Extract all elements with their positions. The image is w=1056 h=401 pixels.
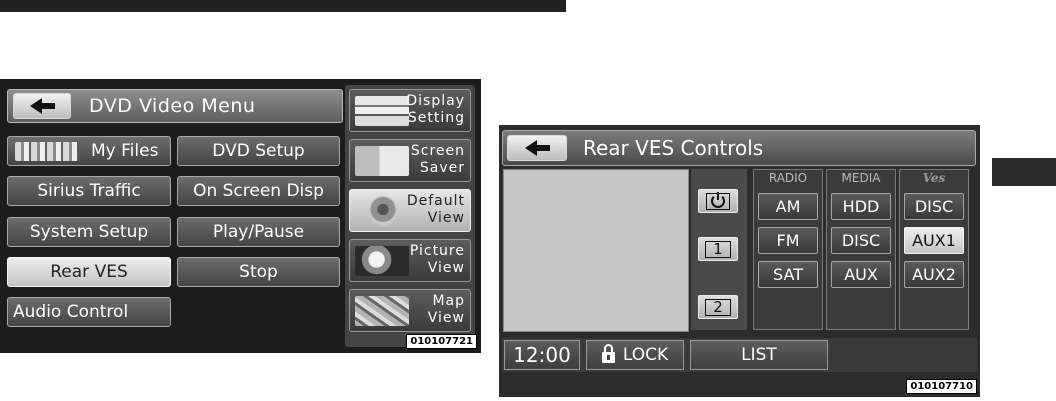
- ves-source-column: Ves DISC AUX1 AUX2: [899, 169, 969, 330]
- column-header: RADIO: [768, 171, 808, 185]
- sat-button[interactable]: SAT: [758, 261, 818, 288]
- zone-1-button[interactable]: 1: [698, 237, 738, 261]
- picture-view-icon: [355, 246, 409, 276]
- power-icon: [711, 191, 725, 208]
- aux1-button[interactable]: AUX1: [904, 227, 964, 254]
- hdd-button[interactable]: HDD: [831, 193, 891, 220]
- rear-ves-controls-screen: Rear VES Controls 1 2 RADIO AM FM SAT ME…: [499, 125, 980, 397]
- aux2-button[interactable]: AUX2: [904, 261, 964, 288]
- on-screen-disp-button[interactable]: On Screen Disp: [177, 176, 340, 206]
- video-preview-area: [503, 169, 689, 332]
- list-button[interactable]: LIST: [690, 340, 828, 370]
- power-button[interactable]: [698, 189, 738, 213]
- map-view-button[interactable]: Map View: [349, 289, 471, 332]
- dvd-video-menu-screen: DVD Video Menu My Files DVD Setup Sirius…: [0, 79, 481, 353]
- aux-button[interactable]: AUX: [831, 261, 891, 288]
- zone-selector: 1 2: [691, 169, 747, 330]
- back-arrow-icon: [29, 98, 42, 114]
- screen-saver-button[interactable]: Screen Saver: [349, 139, 471, 182]
- play-pause-button[interactable]: Play/Pause: [177, 217, 340, 247]
- am-button[interactable]: AM: [758, 193, 818, 220]
- map-view-icon: [355, 296, 409, 326]
- lock-icon: [601, 344, 615, 363]
- picture-view-button[interactable]: Picture View: [349, 239, 471, 282]
- page-title: DVD Video Menu: [89, 95, 256, 117]
- my-files-button[interactable]: My Files: [7, 136, 171, 166]
- screen-saver-icon: [355, 146, 409, 176]
- section-tab: [992, 158, 1056, 186]
- lock-button[interactable]: LOCK: [586, 340, 684, 370]
- default-view-button[interactable]: Default View: [349, 189, 471, 232]
- media-source-column: MEDIA HDD DISC AUX: [826, 169, 896, 330]
- ves-logo: Ves: [922, 171, 946, 185]
- disc-button[interactable]: DISC: [831, 227, 891, 254]
- default-view-icon: [368, 196, 398, 226]
- dvd-setup-button[interactable]: DVD Setup: [177, 136, 340, 166]
- my-files-icon: [15, 142, 79, 161]
- audio-control-button[interactable]: Audio Control: [7, 297, 171, 327]
- fm-button[interactable]: FM: [758, 227, 818, 254]
- rear-ves-button[interactable]: Rear VES: [7, 257, 171, 287]
- ves-header: Rear VES Controls: [502, 130, 976, 166]
- zone-2-button[interactable]: 2: [698, 295, 738, 319]
- image-code-label: 010107710: [906, 379, 977, 394]
- menu-header: DVD Video Menu: [7, 89, 343, 123]
- display-setting-icon: [355, 96, 409, 126]
- sirius-traffic-button[interactable]: Sirius Traffic: [7, 176, 171, 206]
- stop-button[interactable]: Stop: [177, 257, 340, 287]
- clock-display[interactable]: 12:00: [504, 340, 580, 370]
- display-setting-button[interactable]: Display Setting: [349, 89, 471, 132]
- top-rule: [0, 0, 566, 12]
- page-title: Rear VES Controls: [583, 136, 764, 160]
- back-button[interactable]: [507, 135, 567, 161]
- view-options-column: Display Setting Screen Saver Default View P…: [345, 85, 475, 347]
- radio-source-column: RADIO AM FM SAT: [753, 169, 823, 330]
- bottom-status-bar: 12:00 LOCK LIST: [502, 338, 977, 372]
- ves-disc-button[interactable]: DISC: [904, 193, 964, 220]
- back-button[interactable]: [13, 93, 71, 119]
- back-arrow-icon: [524, 140, 537, 156]
- image-code-label: 010107721: [406, 334, 477, 349]
- system-setup-button[interactable]: System Setup: [7, 217, 171, 247]
- column-header: MEDIA: [841, 171, 881, 185]
